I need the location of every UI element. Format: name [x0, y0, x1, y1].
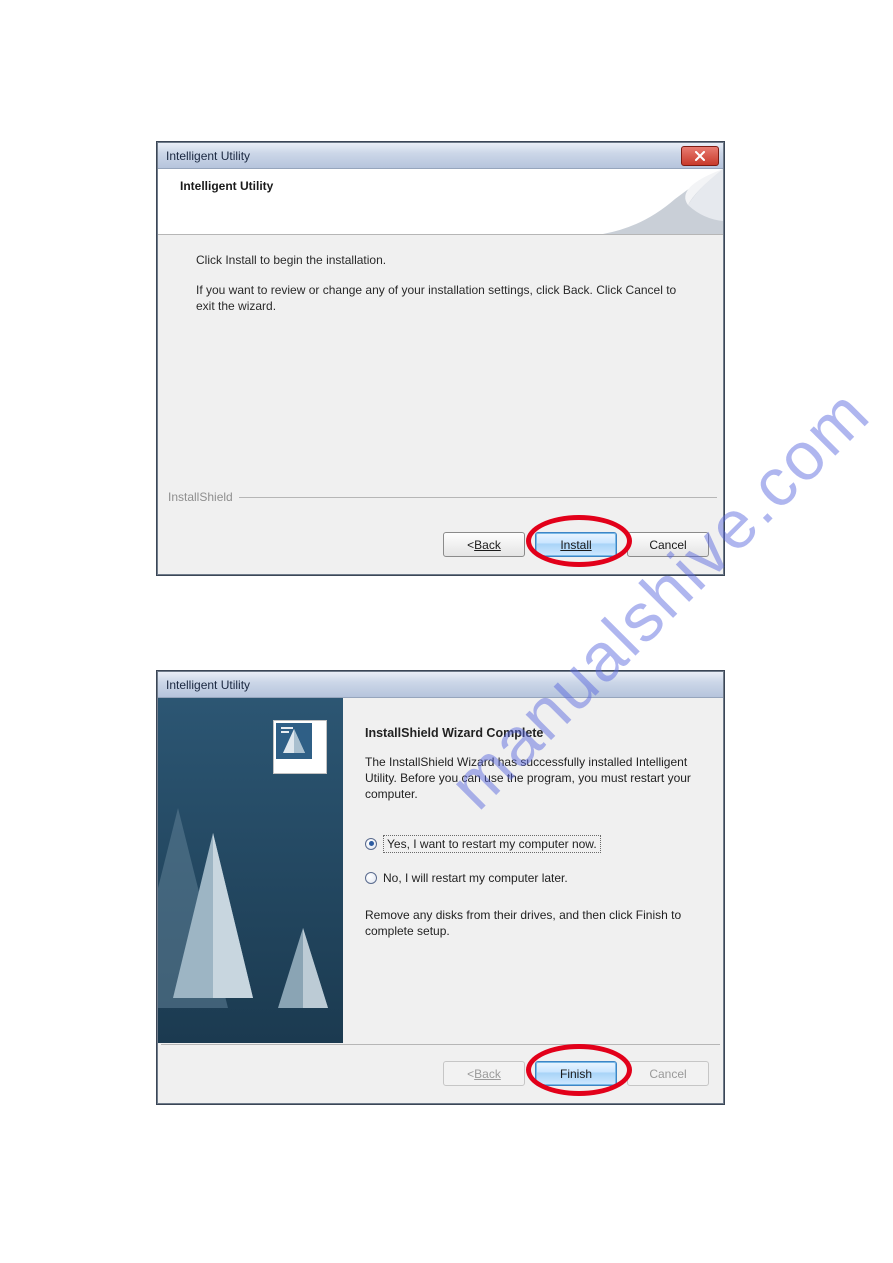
cancel-button[interactable]: Cancel: [627, 532, 709, 557]
dialog-body: Click Install to begin the installation.…: [158, 235, 723, 493]
radio-restart-later-label: No, I will restart my computer later.: [383, 871, 568, 885]
back-button: < Back: [443, 1061, 525, 1086]
page-curl-art: [603, 169, 723, 234]
divider: [239, 497, 717, 498]
finish-button[interactable]: Finish: [535, 1061, 617, 1086]
header-strip: Intelligent Utility: [158, 169, 723, 235]
close-button[interactable]: [681, 146, 719, 166]
radio-restart-now-label: Yes, I want to restart my computer now.: [383, 835, 601, 853]
radio-restart-now[interactable]: Yes, I want to restart my computer now.: [365, 835, 701, 853]
installshield-brand-row: InstallShield: [164, 490, 717, 504]
finish-label: Finish: [560, 1067, 592, 1081]
install-label: Install: [560, 538, 591, 552]
window-title: Intelligent Utility: [166, 149, 250, 163]
dialog-body: InstallShield Wizard Complete The Instal…: [158, 698, 723, 1043]
install-complete-dialog: Intelligent Utility: [157, 671, 724, 1104]
cancel-label: Cancel: [649, 538, 686, 552]
back-label: Back: [474, 538, 501, 552]
radio-unselected-icon: [365, 872, 377, 884]
header-title: Intelligent Utility: [180, 179, 273, 193]
window-title: Intelligent Utility: [166, 678, 250, 692]
wizard-icon: [273, 720, 327, 774]
install-ready-dialog: Intelligent Utility Intelligent Utility …: [157, 142, 724, 575]
side-artwork: [158, 698, 343, 1043]
back-button[interactable]: < Back: [443, 532, 525, 557]
titlebar: Intelligent Utility: [158, 672, 723, 698]
install-button[interactable]: Install: [535, 532, 617, 557]
complete-para-2: Remove any disks from their drives, and …: [365, 907, 701, 939]
cancel-label: Cancel: [649, 1067, 686, 1081]
body-line-2: If you want to review or change any of y…: [196, 282, 693, 314]
close-icon: [694, 151, 706, 161]
body-line-1: Click Install to begin the installation.: [196, 252, 693, 268]
radio-selected-icon: [365, 838, 377, 850]
back-prefix: <: [467, 538, 474, 552]
restart-radio-group: Yes, I want to restart my computer now. …: [365, 835, 701, 885]
complete-para-1: The InstallShield Wizard has successfull…: [365, 754, 701, 803]
complete-heading: InstallShield Wizard Complete: [365, 726, 701, 740]
back-prefix: <: [467, 1067, 474, 1081]
radio-restart-later[interactable]: No, I will restart my computer later.: [365, 871, 701, 885]
back-label: Back: [474, 1067, 501, 1081]
cancel-button: Cancel: [627, 1061, 709, 1086]
main-panel: InstallShield Wizard Complete The Instal…: [343, 698, 723, 1043]
divider: [161, 1044, 720, 1045]
button-row: < Back Install Cancel: [443, 532, 709, 557]
button-row: < Back Finish Cancel: [443, 1061, 709, 1086]
installshield-brand: InstallShield: [164, 490, 239, 504]
titlebar: Intelligent Utility: [158, 143, 723, 169]
